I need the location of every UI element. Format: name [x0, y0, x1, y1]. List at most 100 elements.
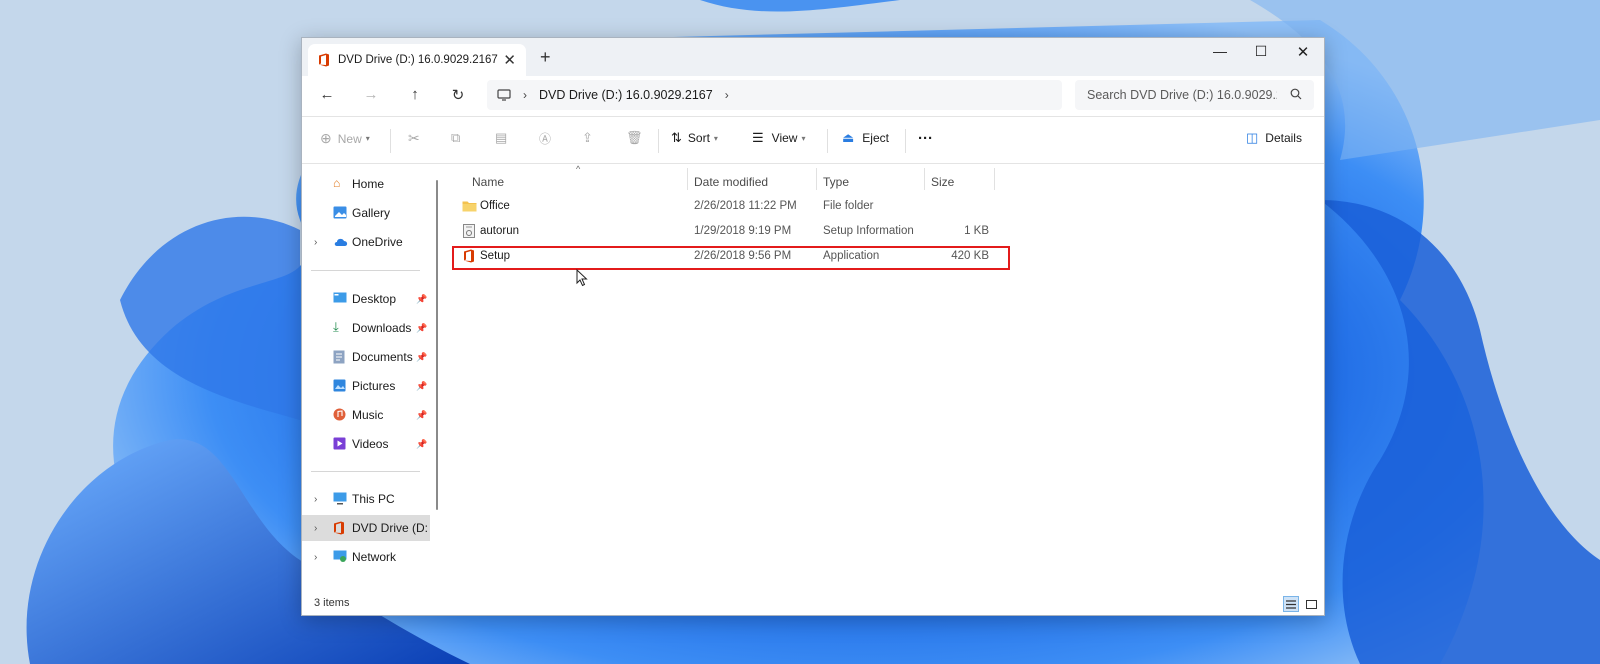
- sidebar-item-downloads[interactable]: ⤓ Downloads 📌: [302, 315, 430, 341]
- cut-icon[interactable]: ✂: [408, 130, 420, 147]
- column-divider[interactable]: [687, 168, 688, 190]
- pin-icon[interactable]: 📌: [416, 410, 427, 421]
- title-bar: DVD Drive (D:) 16.0.9029.2167 ✕ + — ☐ ✕: [302, 38, 1324, 76]
- sidebar-item-pictures[interactable]: Pictures 📌: [302, 373, 430, 399]
- address-bar[interactable]: › DVD Drive (D:) 16.0.9029.2167 ›: [487, 80, 1062, 110]
- eject-icon: ⏏: [842, 130, 855, 145]
- toolbar-divider: [658, 129, 659, 153]
- copy-icon[interactable]: ⧉: [451, 130, 460, 146]
- highlight-box: [452, 246, 1010, 270]
- navigation-pane: ⌂ Home Gallery › OneDrive Desktop 📌 ⤓ Do…: [302, 164, 440, 595]
- minimize-button[interactable]: —: [1200, 43, 1240, 59]
- breadcrumb-path[interactable]: DVD Drive (D:) 16.0.9029.2167: [539, 88, 713, 102]
- chevron-right-icon[interactable]: ›: [314, 237, 317, 248]
- eject-button[interactable]: ⏏ Eject: [842, 130, 889, 146]
- breadcrumb-end-chevron-icon[interactable]: ›: [725, 88, 729, 102]
- pin-icon[interactable]: 📌: [416, 352, 427, 363]
- sidebar-item-desktop[interactable]: Desktop 📌: [302, 286, 430, 312]
- column-header-name[interactable]: Name: [472, 170, 504, 194]
- sidebar-divider: [311, 471, 420, 472]
- column-header-size[interactable]: Size: [931, 170, 954, 194]
- maximize-button[interactable]: ☐: [1241, 43, 1281, 60]
- item-count: 3 items: [314, 597, 350, 609]
- sidebar-item-documents[interactable]: Documents 📌: [302, 344, 430, 370]
- chevron-down-icon: ▾: [801, 133, 806, 143]
- search-box[interactable]: Search DVD Drive (D:) 16.0.9029.2167: [1075, 80, 1314, 110]
- pin-icon[interactable]: 📌: [416, 294, 427, 305]
- share-icon[interactable]: ⇪: [582, 130, 593, 146]
- office-icon: [334, 521, 344, 535]
- pin-icon[interactable]: 📌: [416, 323, 427, 334]
- sidebar-item-gallery[interactable]: Gallery: [302, 200, 430, 226]
- office-icon: [319, 53, 329, 67]
- rename-icon[interactable]: Ⓐ: [539, 130, 551, 147]
- toolbar-divider: [827, 129, 828, 153]
- chevron-right-icon[interactable]: ›: [314, 552, 317, 563]
- breadcrumb-chevron-icon[interactable]: ›: [523, 88, 527, 102]
- setup-info-icon: [463, 224, 475, 238]
- column-divider[interactable]: [924, 168, 925, 190]
- sidebar-scrollbar[interactable]: [436, 180, 438, 510]
- status-bar: 3 items: [302, 595, 1324, 615]
- sidebar-item-videos[interactable]: Videos 📌: [302, 431, 430, 457]
- sort-ascending-icon: ^: [576, 164, 581, 174]
- close-tab-icon[interactable]: ✕: [503, 51, 516, 69]
- pictures-icon: [333, 379, 346, 392]
- view-icon: ☰: [752, 130, 764, 145]
- more-options-icon[interactable]: ···: [918, 130, 933, 147]
- new-tab-button[interactable]: +: [540, 47, 551, 68]
- sidebar-item-home[interactable]: ⌂ Home: [302, 171, 430, 197]
- chevron-right-icon[interactable]: ›: [314, 494, 317, 505]
- column-header-type[interactable]: Type: [823, 170, 849, 194]
- pin-icon[interactable]: 📌: [416, 439, 427, 450]
- sidebar-item-onedrive[interactable]: › OneDrive: [302, 229, 430, 255]
- toolbar-divider: [905, 129, 906, 153]
- details-pane-button[interactable]: ◫ Details: [1246, 130, 1302, 146]
- monitor-icon: [497, 89, 511, 101]
- sidebar-item-this-pc[interactable]: › This PC: [302, 486, 430, 512]
- search-placeholder[interactable]: Search DVD Drive (D:) 16.0.9029.2167: [1087, 88, 1277, 102]
- tiles-view-icon[interactable]: [1303, 596, 1319, 612]
- column-divider[interactable]: [816, 168, 817, 190]
- tab-dvd-drive[interactable]: DVD Drive (D:) 16.0.9029.2167 ✕: [308, 44, 526, 76]
- mouse-cursor-icon: [576, 269, 588, 287]
- cloud-icon: [334, 238, 348, 246]
- desktop-icon: [333, 292, 347, 303]
- up-arrow-icon[interactable]: ↑: [403, 86, 427, 103]
- sidebar-item-dvd-drive[interactable]: › DVD Drive (D:) 16.0.9029.2167: [302, 515, 430, 541]
- forward-arrow-icon[interactable]: →: [359, 86, 383, 103]
- paste-icon[interactable]: ▤: [495, 130, 507, 146]
- chevron-right-icon[interactable]: ›: [314, 523, 317, 534]
- sidebar-item-network[interactable]: › Network: [302, 544, 430, 570]
- chevron-down-icon: ▾: [713, 133, 718, 143]
- new-button[interactable]: ⊕ New ▾: [320, 130, 370, 147]
- close-window-button[interactable]: ✕: [1283, 43, 1323, 61]
- sidebar-divider: [311, 270, 420, 271]
- sidebar-item-music[interactable]: Music 📌: [302, 402, 430, 428]
- network-icon: [333, 550, 347, 562]
- pc-icon: [333, 492, 347, 505]
- column-divider[interactable]: [994, 168, 995, 190]
- sort-button[interactable]: ⇅ Sort ▾: [671, 130, 718, 146]
- details-view-icon[interactable]: [1283, 596, 1299, 612]
- documents-icon: [333, 350, 345, 364]
- home-icon: ⌂: [333, 176, 341, 190]
- search-icon: [1290, 88, 1302, 100]
- command-bar: ⊕ New ▾ ✂ ⧉ ▤ Ⓐ ⇪ 🗑 ⇅ Sort ▾ ☰ View ▾ ⏏ …: [302, 117, 1324, 164]
- column-header-date[interactable]: Date modified: [694, 170, 768, 194]
- chevron-down-icon: ▾: [365, 134, 370, 143]
- plus-circle-icon: ⊕: [320, 130, 332, 146]
- gallery-icon: [333, 206, 347, 219]
- pin-icon[interactable]: 📌: [416, 381, 427, 392]
- view-button[interactable]: ☰ View ▾: [752, 130, 805, 146]
- details-pane-icon: ◫: [1246, 130, 1259, 145]
- music-icon: [333, 408, 346, 421]
- toolbar-divider: [390, 129, 391, 153]
- sort-icon: ⇅: [671, 130, 682, 145]
- tab-title: DVD Drive (D:) 16.0.9029.2167: [338, 54, 498, 66]
- delete-icon[interactable]: 🗑: [626, 130, 643, 146]
- refresh-icon[interactable]: ↻: [446, 86, 470, 104]
- file-row-office[interactable]: Office 2/26/2018 11:22 PM File folder: [452, 194, 996, 219]
- file-row-autorun[interactable]: autorun 1/29/2018 9:19 PM Setup Informat…: [452, 219, 996, 244]
- back-arrow-icon[interactable]: ←: [315, 86, 339, 103]
